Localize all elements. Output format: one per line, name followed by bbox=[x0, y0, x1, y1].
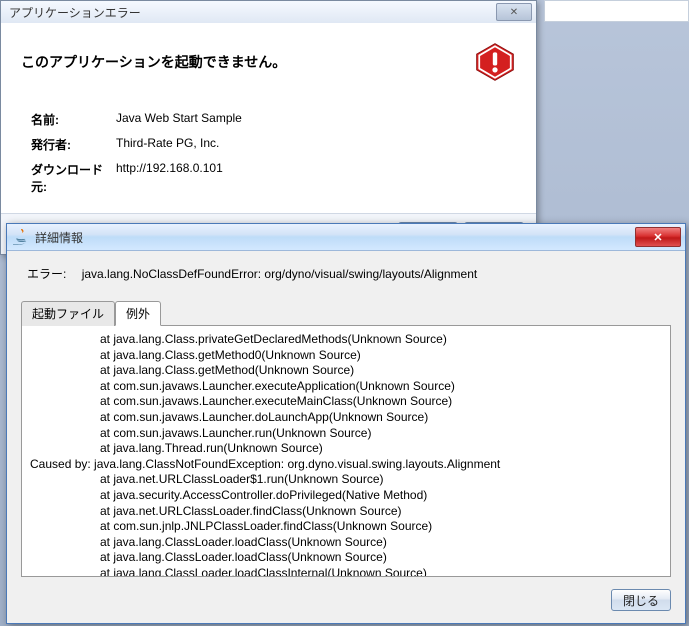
error-line: エラー: java.lang.NoClassDefFoundError: org… bbox=[21, 265, 671, 282]
stacktrace-line: at java.net.URLClassLoader.findClass(Unk… bbox=[30, 504, 662, 520]
stacktrace-line: at java.lang.ClassLoader.loadClass(Unkno… bbox=[30, 535, 662, 551]
download-from-value: http://192.168.0.101 bbox=[116, 161, 516, 195]
stacktrace-line: Caused by: java.lang.ClassNotFoundExcept… bbox=[30, 457, 662, 473]
warning-icon bbox=[474, 41, 516, 83]
stacktrace-line: at java.lang.Class.getMethod(Unknown Sou… bbox=[30, 363, 662, 379]
dialog1-title-text: アプリケーションエラー bbox=[9, 4, 496, 21]
stacktrace-line: at com.sun.jnlp.JNLPClassLoader.findClas… bbox=[30, 519, 662, 535]
stacktrace-line: at java.lang.ClassLoader.loadClass(Unkno… bbox=[30, 550, 662, 566]
dialog2-titlebar[interactable]: 詳細情報 ✕ bbox=[7, 224, 685, 251]
name-value: Java Web Start Sample bbox=[116, 111, 516, 128]
name-label: 名前: bbox=[31, 111, 116, 128]
stacktrace-line: at java.lang.Class.getMethod0(Unknown So… bbox=[30, 348, 662, 364]
download-from-label: ダウンロード元: bbox=[31, 161, 116, 195]
tab-launch-file[interactable]: 起動ファイル bbox=[21, 301, 115, 326]
dialog2-title-text: 詳細情報 bbox=[35, 229, 635, 246]
stacktrace-line: at java.lang.Thread.run(Unknown Source) bbox=[30, 441, 662, 457]
detail-info-dialog: 詳細情報 ✕ エラー: java.lang.NoClassDefFoundErr… bbox=[6, 223, 686, 624]
publisher-label: 発行者: bbox=[31, 136, 116, 153]
close-icon[interactable]: ✕ bbox=[635, 227, 681, 247]
publisher-value: Third-Rate PG, Inc. bbox=[116, 136, 516, 153]
dialog2-button-row: 閉じる bbox=[21, 589, 671, 611]
background-window-remnant bbox=[544, 0, 689, 22]
stacktrace-line: at java.net.URLClassLoader$1.run(Unknown… bbox=[30, 472, 662, 488]
tab-exception[interactable]: 例外 bbox=[115, 301, 161, 326]
tab-container: 起動ファイル 例外 at java.lang.Class.privateGetD… bbox=[21, 300, 671, 577]
close-icon[interactable]: ✕ bbox=[496, 3, 532, 21]
stacktrace-line: at java.security.AccessController.doPriv… bbox=[30, 488, 662, 504]
error-label: エラー: bbox=[27, 267, 66, 281]
info-table: 名前: Java Web Start Sample 発行者: Third-Rat… bbox=[31, 111, 516, 195]
stacktrace-line: at com.sun.javaws.Launcher.executeApplic… bbox=[30, 379, 662, 395]
java-icon bbox=[13, 229, 29, 245]
error-headline: このアプリケーションを起動できません。 bbox=[21, 52, 286, 72]
dialog1-titlebar[interactable]: アプリケーションエラー ✕ bbox=[1, 1, 536, 23]
stacktrace-line: at com.sun.javaws.Launcher.doLaunchApp(U… bbox=[30, 410, 662, 426]
dialog2-body: エラー: java.lang.NoClassDefFoundError: org… bbox=[7, 251, 685, 623]
stacktrace-line: at com.sun.javaws.Launcher.run(Unknown S… bbox=[30, 426, 662, 442]
application-error-dialog: アプリケーションエラー ✕ このアプリケーションを起動できません。 名前: Ja… bbox=[0, 0, 537, 255]
stacktrace-line: at java.lang.ClassLoader.loadClassIntern… bbox=[30, 566, 662, 577]
stacktrace-text: at java.lang.Class.privateGetDeclaredMet… bbox=[30, 332, 662, 577]
error-text: java.lang.NoClassDefFoundError: org/dyno… bbox=[82, 267, 478, 281]
stacktrace-line: at com.sun.javaws.Launcher.executeMainCl… bbox=[30, 394, 662, 410]
exception-text-area[interactable]: at java.lang.Class.privateGetDeclaredMet… bbox=[21, 325, 671, 577]
dialog1-body: このアプリケーションを起動できません。 名前: Java Web Start S… bbox=[1, 23, 536, 213]
stacktrace-line: at java.lang.Class.privateGetDeclaredMet… bbox=[30, 332, 662, 348]
close-button[interactable]: 閉じる bbox=[611, 589, 671, 611]
tab-strip: 起動ファイル 例外 bbox=[21, 300, 671, 325]
